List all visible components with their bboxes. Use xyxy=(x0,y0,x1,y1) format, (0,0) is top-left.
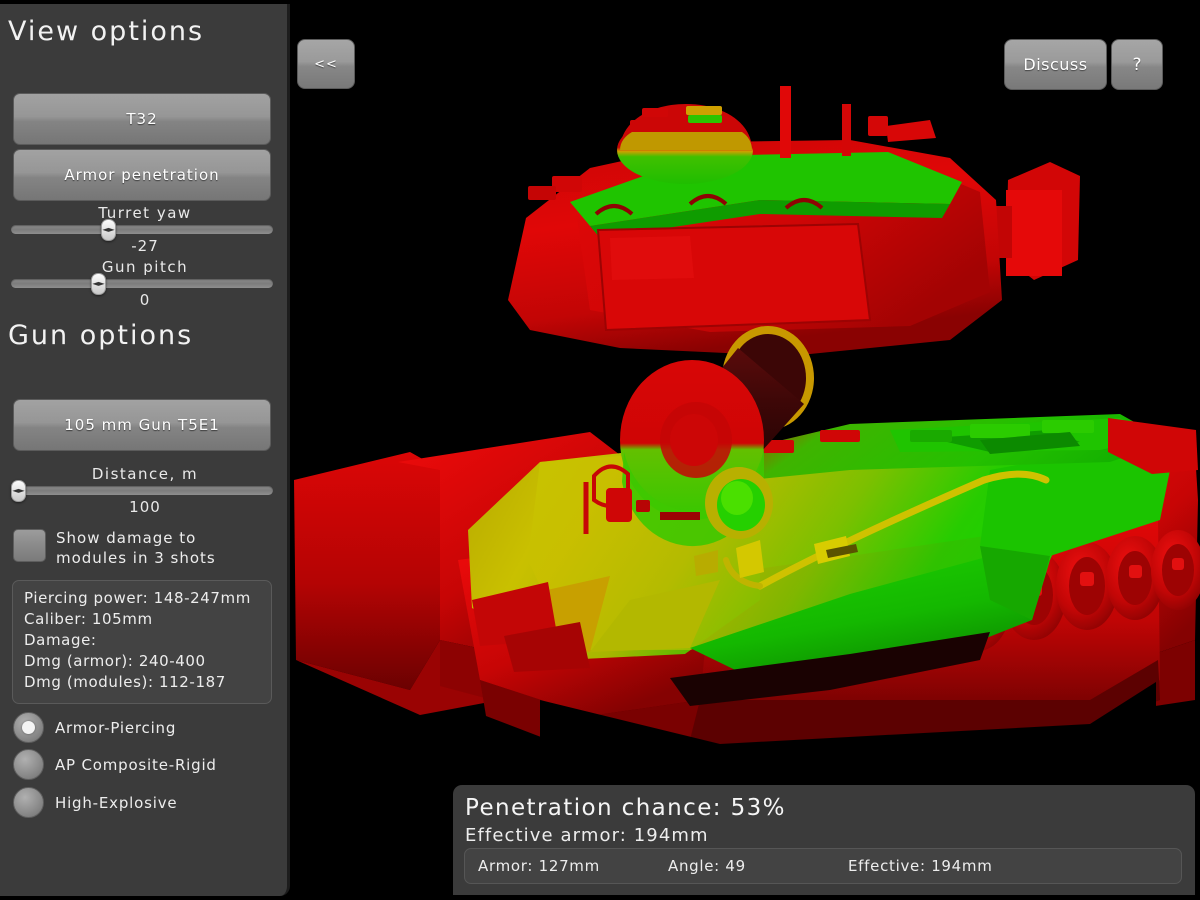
gun-select-button[interactable]: 105 mm Gun T5E1 xyxy=(13,399,271,451)
gun-options-heading: Gun options xyxy=(8,320,194,351)
gun-pitch-slider[interactable]: ◄► xyxy=(11,273,273,295)
hit-angle-value: Angle: 49 xyxy=(668,857,746,875)
show-module-damage-label: Show damage to modules in 3 shots xyxy=(56,528,216,568)
penetration-chance-text: Penetration chance: 53% xyxy=(465,795,786,821)
stat-damage-modules: Dmg (modules): 112-187 xyxy=(24,673,226,691)
shell-type-ap-composite-rigid[interactable]: AP Composite-Rigid xyxy=(13,749,217,780)
radio-armor-piercing[interactable] xyxy=(13,712,44,743)
view-mode-button[interactable]: Armor penetration xyxy=(13,149,271,201)
radio-high-explosive[interactable] xyxy=(13,787,44,818)
turret-yaw-slider[interactable]: ◄► xyxy=(11,219,273,241)
gun-pitch-value: 0 xyxy=(139,291,151,309)
stat-piercing-power: Piercing power: 148-247mm xyxy=(24,589,251,607)
shell-type-high-explosive[interactable]: High-Explosive xyxy=(13,787,177,818)
stat-damage-armor: Dmg (armor): 240-400 xyxy=(24,652,206,670)
collapse-sidebar-button[interactable]: << xyxy=(297,39,355,89)
stat-caliber: Caliber: 105mm xyxy=(24,610,153,628)
options-sidebar: View options T32 Armor penetration Turre… xyxy=(0,4,290,896)
show-module-damage-checkbox[interactable] xyxy=(13,529,46,562)
turret-yaw-label: Turret yaw xyxy=(98,204,192,222)
distance-value: 100 xyxy=(129,498,161,516)
show-module-damage-row[interactable]: Show damage to modules in 3 shots xyxy=(13,528,275,568)
tank-select-button[interactable]: T32 xyxy=(13,93,271,145)
discuss-button[interactable]: Discuss xyxy=(1004,39,1107,90)
help-button[interactable]: ? xyxy=(1111,39,1163,90)
hit-effective-value: Effective: 194mm xyxy=(848,857,993,875)
gun-pitch-label: Gun pitch xyxy=(101,258,189,276)
checkbox-label-line1: Show damage to xyxy=(56,529,197,547)
shell-stats-box: Piercing power: 148-247mm Caliber: 105mm… xyxy=(12,580,272,704)
tank-model-render[interactable] xyxy=(290,0,1200,900)
turret-yaw-value: -27 xyxy=(131,237,159,255)
penetration-result-panel: Penetration chance: 53% Effective armor:… xyxy=(453,785,1195,895)
radio-selected-dot xyxy=(22,721,35,734)
tank-3d-viewport[interactable] xyxy=(290,0,1200,900)
shell-type-label-0: Armor-Piercing xyxy=(55,718,177,737)
distance-slider[interactable]: ◄► xyxy=(11,480,273,502)
stat-damage-heading: Damage: xyxy=(24,631,97,649)
shell-type-label-2: High-Explosive xyxy=(55,793,178,812)
armor-inspector-app: View options T32 Armor penetration Turre… xyxy=(0,0,1200,900)
radio-ap-composite-rigid[interactable] xyxy=(13,749,44,780)
effective-armor-text: Effective armor: 194mm xyxy=(465,825,709,846)
checkbox-label-line2: modules in 3 shots xyxy=(56,549,216,567)
shell-type-label-1: AP Composite-Rigid xyxy=(55,755,217,774)
hit-details-row: Armor: 127mm Angle: 49 Effective: 194mm xyxy=(464,848,1182,884)
hit-armor-value: Armor: 127mm xyxy=(478,857,600,875)
view-options-heading: View options xyxy=(8,16,205,47)
shell-type-armor-piercing[interactable]: Armor-Piercing xyxy=(13,712,176,743)
distance-label: Distance, m xyxy=(91,465,199,483)
